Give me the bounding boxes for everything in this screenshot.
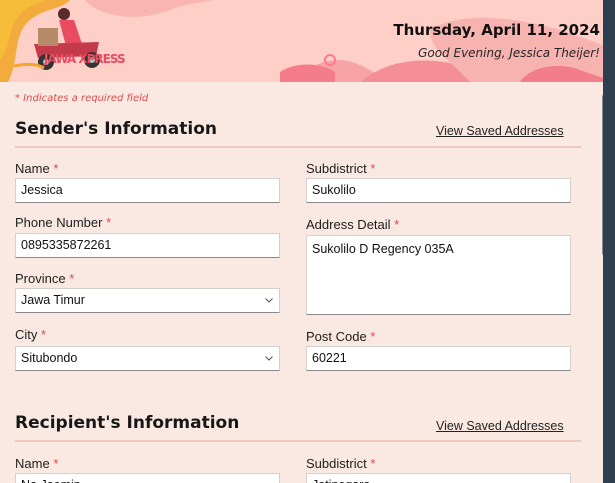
sender-address-label: Address Detail * xyxy=(306,217,400,232)
chevron-down-icon xyxy=(265,356,273,361)
recipient-section-divider xyxy=(15,440,581,442)
sender-name-input[interactable]: Jessica xyxy=(15,178,280,203)
logo-text: JAWA XPRESS xyxy=(44,52,126,66)
sender-address-textarea[interactable]: Sukolilo D Regency 035A xyxy=(306,235,571,315)
sender-section-divider xyxy=(15,146,581,148)
recipient-view-saved-addresses-link[interactable]: View Saved Addresses xyxy=(436,419,564,433)
sender-subdistrict-label: Subdistrict * xyxy=(306,161,376,176)
recipient-name-input[interactable]: Na Jaemin xyxy=(15,473,280,483)
sender-phone-label: Phone Number * xyxy=(15,215,112,230)
sender-province-value: Jawa Timur xyxy=(21,293,85,307)
sender-city-select[interactable]: Situbondo xyxy=(15,346,280,371)
recipient-section-title: Recipient's Information xyxy=(15,413,240,433)
recipient-subdistrict-label: Subdistrict * xyxy=(306,456,376,471)
sender-province-label: Province * xyxy=(15,271,75,286)
sender-city-value: Situbondo xyxy=(21,351,78,365)
chevron-down-icon xyxy=(265,298,273,303)
window-edge xyxy=(603,0,615,483)
sender-name-label: Name * xyxy=(15,161,59,176)
greeting-text: Good Evening, Jessica Theijer! xyxy=(418,46,600,60)
current-date: Thursday, April 11, 2024 xyxy=(393,21,600,39)
recipient-subdistrict-input[interactable]: Jatinegara xyxy=(306,473,571,483)
shipping-form: * Indicates a required field Sender's In… xyxy=(0,82,603,483)
sender-postcode-input[interactable]: 60221 xyxy=(306,346,571,371)
sender-subdistrict-input[interactable]: Sukolilo xyxy=(306,178,571,203)
sender-province-select[interactable]: Jawa Timur xyxy=(15,288,280,313)
sender-section-title: Sender's Information xyxy=(15,119,218,139)
required-field-note: * Indicates a required field xyxy=(15,93,149,104)
sender-postcode-label: Post Code * xyxy=(306,329,376,344)
sender-city-label: City * xyxy=(15,327,47,342)
sender-phone-input[interactable]: 0895335872261 xyxy=(15,233,280,258)
header-banner: JAWA XPRESS Thursday, April 11, 2024 Goo… xyxy=(0,0,603,82)
recipient-name-label: Name * xyxy=(15,456,59,471)
jawa-xpress-logo: JAWA XPRESS xyxy=(4,4,154,80)
app-window: JAWA XPRESS Thursday, April 11, 2024 Goo… xyxy=(0,0,603,483)
sender-view-saved-addresses-link[interactable]: View Saved Addresses xyxy=(436,124,564,138)
